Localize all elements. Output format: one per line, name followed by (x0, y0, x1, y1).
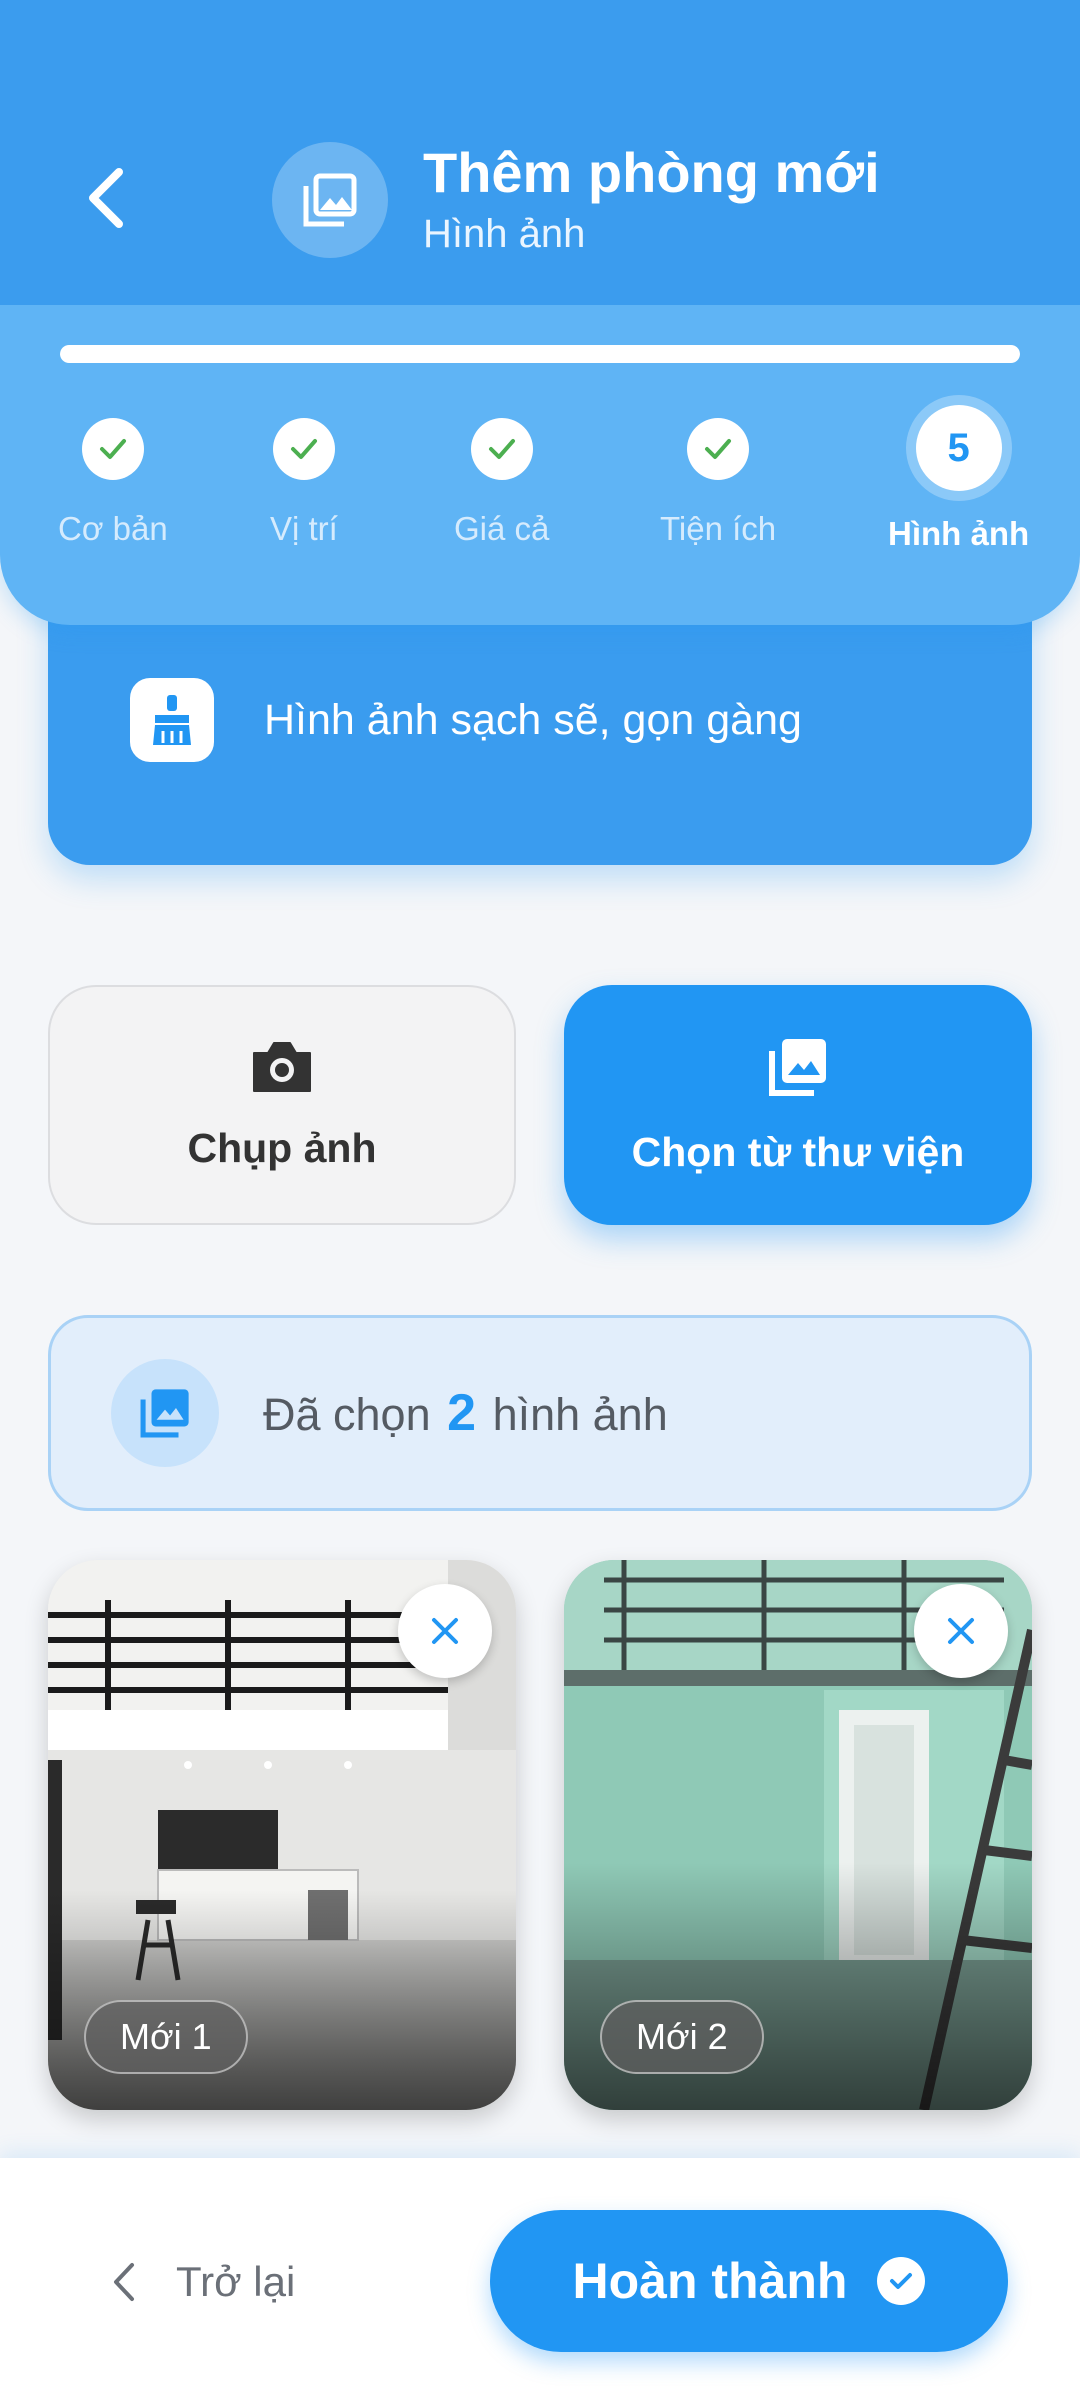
finish-label: Hoàn thành (572, 2253, 848, 2309)
choose-from-library-button[interactable]: Chọn từ thư viện (564, 985, 1032, 1225)
check-icon (470, 418, 533, 480)
chevron-left-icon (114, 2263, 134, 2301)
photo-library-icon (111, 1359, 219, 1467)
check-circle-icon (877, 2257, 926, 2305)
selected-prefix: Đã chọn (263, 1389, 431, 1440)
step-location[interactable]: Vị trí (270, 418, 338, 548)
previous-step-label: Trở lại (176, 2258, 296, 2305)
camera-icon (253, 1041, 311, 1092)
app-header: Thêm phòng mới Hình ảnh Cơ bản Vị trí Gi… (0, 0, 1080, 625)
photo-library-icon (303, 173, 357, 227)
selected-count: 2 (447, 1384, 477, 1442)
selected-photo-2[interactable]: Mới 2 (564, 1560, 1032, 2110)
selected-suffix: hình ảnh (492, 1389, 668, 1440)
remove-photo-button[interactable] (398, 1584, 492, 1678)
step-label: Giá cả (454, 510, 550, 547)
take-photo-label: Chụp ảnh (187, 1124, 377, 1171)
back-button[interactable] (70, 160, 140, 236)
step-label: Cơ bản (58, 510, 168, 547)
step-label: Hình ảnh (888, 515, 1030, 552)
step-label: Vị trí (270, 510, 338, 547)
photo-badge: Mới 1 (84, 2000, 248, 2074)
finish-button[interactable]: Hoàn thành (490, 2210, 1008, 2352)
remove-photo-button[interactable] (914, 1584, 1008, 1678)
brush-icon (130, 678, 214, 762)
tip-item-label: Hình ảnh sạch sẽ, gọn gàng (264, 695, 802, 744)
step-label: Tiện ích (660, 510, 777, 547)
selected-photo-1[interactable]: Mới 1 (48, 1560, 516, 2110)
take-photo-button[interactable]: Chụp ảnh (48, 985, 516, 1225)
check-icon (687, 418, 750, 480)
step-price[interactable]: Giá cả (454, 418, 549, 548)
photo-badge: Mới 2 (600, 2000, 764, 2074)
selected-count-banner: Đã chọn 2 hình ảnh (48, 1315, 1032, 1511)
choose-from-library-label: Chọn từ thư viện (631, 1128, 965, 1175)
step-number-badge: 5 (915, 405, 1002, 491)
step-basic[interactable]: Cơ bản (58, 418, 168, 548)
page-title: Thêm phòng mới (423, 141, 880, 204)
header-avatar (272, 142, 388, 258)
selected-count-text: Đã chọn 2 hình ảnh (263, 1383, 668, 1443)
check-icon (272, 418, 335, 480)
bottom-action-bar: Trở lại Hoàn thành (0, 2158, 1080, 2400)
step-progress-fill (60, 345, 1020, 363)
chevron-left-icon (89, 168, 123, 228)
page-subtitle: Hình ảnh (423, 212, 586, 256)
step-progress-bar (60, 345, 1020, 363)
tip-item-clean: Hình ảnh sạch sẽ, gọn gàng (130, 678, 802, 762)
check-icon (81, 418, 144, 480)
step-images[interactable]: 5 Hình ảnh (888, 405, 1029, 553)
photo-library-icon (769, 1038, 826, 1096)
close-icon (432, 1618, 458, 1644)
step-amenities[interactable]: Tiện ích (660, 418, 776, 548)
previous-step-button[interactable]: Trở lại (110, 2258, 295, 2306)
close-icon (948, 1618, 974, 1644)
